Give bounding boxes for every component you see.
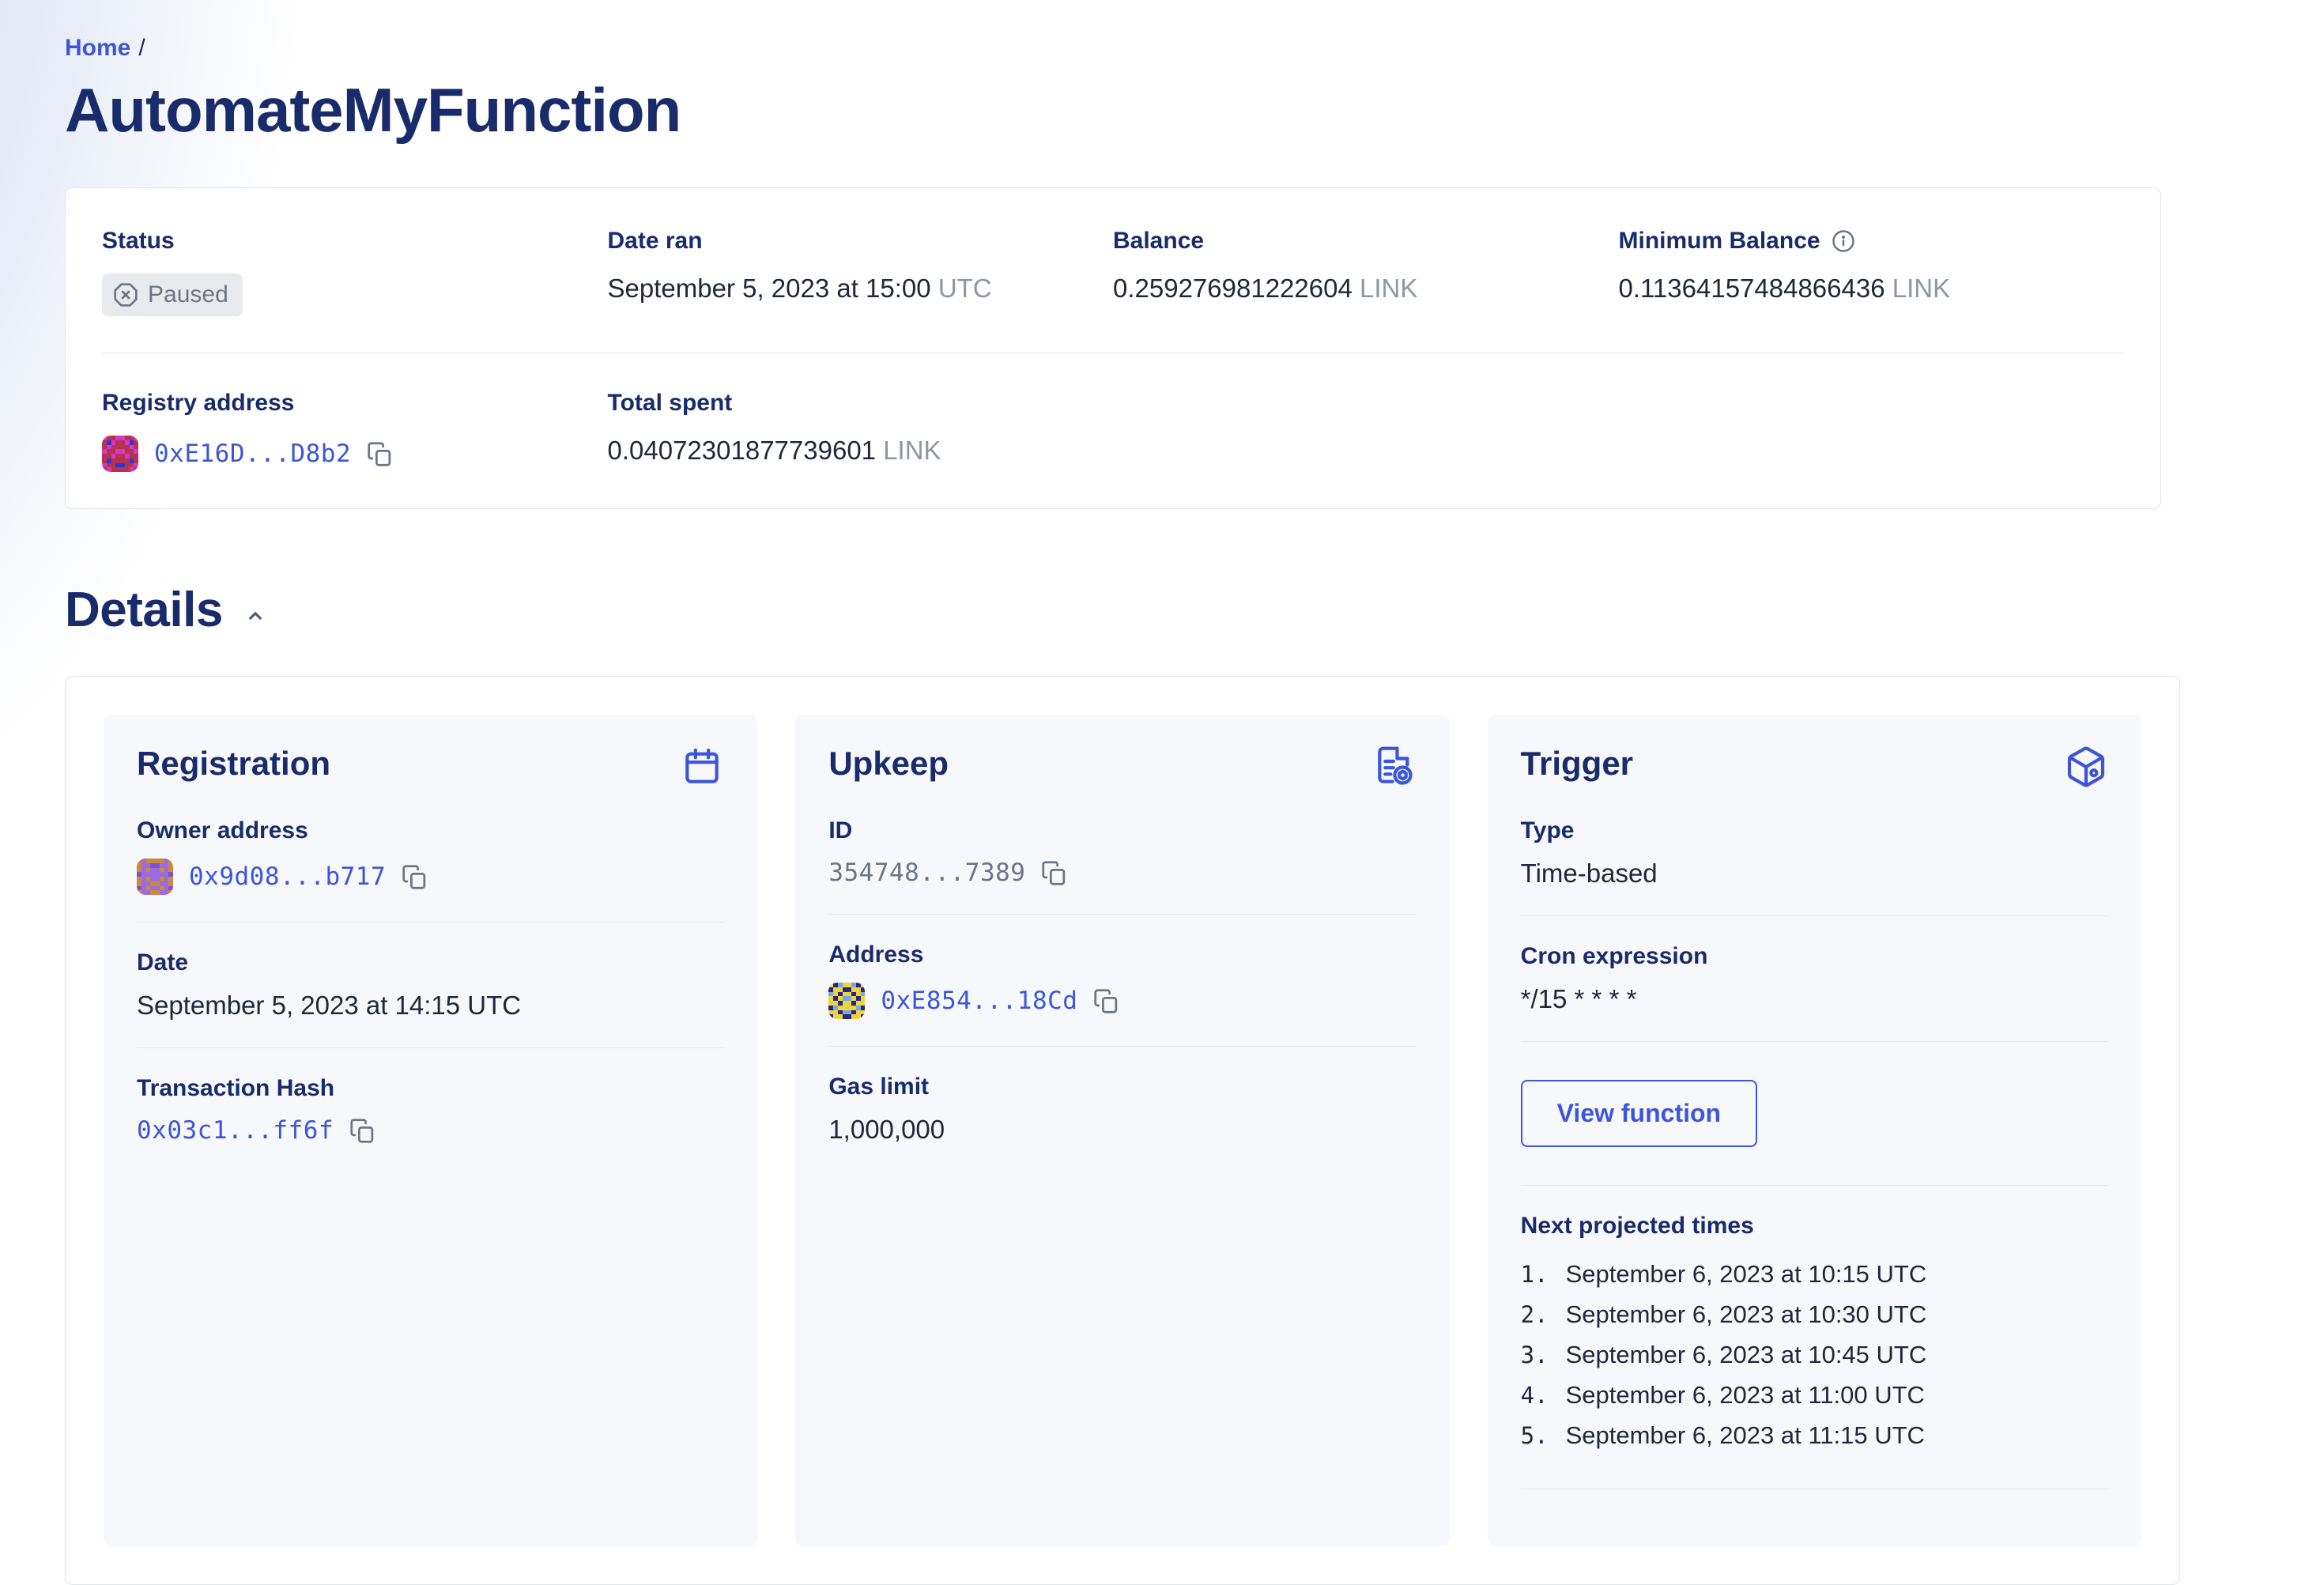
transaction-hash-label: Transaction Hash xyxy=(137,1075,335,1101)
projected-time-number: 3. xyxy=(1520,1342,1549,1368)
details-panel: Registration Owner address 0x9d08...b717 xyxy=(65,676,2180,1585)
owner-address-label: Owner address xyxy=(137,817,308,843)
projected-time-item: 5. September 6, 2023 at 11:15 UTC xyxy=(1521,1421,2108,1462)
projected-time-item: 4. September 6, 2023 at 11:00 UTC xyxy=(1521,1381,2108,1421)
balance-value: 0.259276981222604 xyxy=(1113,274,1353,303)
copy-upkeep-id-icon[interactable] xyxy=(1041,860,1067,886)
section-divider xyxy=(137,1047,725,1048)
total-spent-unit: LINK xyxy=(883,436,941,465)
breadcrumb-home-link[interactable]: Home xyxy=(65,35,130,61)
balance-label: Balance xyxy=(1113,228,1205,254)
paused-octagon-x-icon xyxy=(113,282,138,308)
registration-date-value: September 5, 2023 at 14:15 UTC xyxy=(137,991,522,1020)
projected-time-item: 2. September 6, 2023 at 10:30 UTC xyxy=(1521,1300,2108,1341)
status-field: Status Paused xyxy=(102,228,608,316)
section-divider xyxy=(828,1046,1417,1047)
upkeep-address-avatar xyxy=(828,983,866,1019)
upkeep-card: Upkeep ID 354748...7389 Address 0xE854..… xyxy=(795,715,1450,1546)
projected-time-text: September 6, 2023 at 10:30 UTC xyxy=(1565,1300,1927,1328)
cron-expression-label: Cron expression xyxy=(1520,943,1708,969)
transaction-hash-link[interactable]: 0x03c1...ff6f xyxy=(137,1116,334,1145)
trigger-type-label: Type xyxy=(1520,817,1575,843)
details-heading: Details xyxy=(65,583,223,637)
section-divider xyxy=(828,914,1417,915)
owner-address-link[interactable]: 0x9d08...b717 xyxy=(189,862,386,891)
cube-icon xyxy=(2064,745,2108,789)
balance-field: Balance 0.259276981222604 LINK xyxy=(1113,228,1619,316)
projected-time-item: 3. September 6, 2023 at 10:45 UTC xyxy=(1521,1341,2108,1381)
page-title: AutomateMyFunction xyxy=(65,75,681,145)
registry-avatar xyxy=(102,436,138,472)
registration-card: Registration Owner address 0x9d08...b717 xyxy=(104,715,758,1546)
upkeep-id-label: ID xyxy=(828,817,853,843)
date-ran-value: September 5, 2023 at 15:00 xyxy=(607,274,931,303)
summary-card: Status Paused Date ran September 5, 2023… xyxy=(65,187,2161,509)
gas-limit-value: 1,000,000 xyxy=(828,1115,945,1144)
upkeep-address-label: Address xyxy=(828,942,924,968)
projected-time-number: 1. xyxy=(1520,1261,1549,1288)
copy-transaction-hash-icon[interactable] xyxy=(349,1118,375,1144)
registry-address-label: Registry address xyxy=(102,390,295,416)
copy-upkeep-address-icon[interactable] xyxy=(1093,988,1119,1014)
section-divider xyxy=(1520,1185,2108,1186)
trigger-card-title: Trigger xyxy=(1520,745,1634,782)
upkeep-address-link[interactable]: 0xE854...18Cd xyxy=(881,987,1077,1015)
status-label: Status xyxy=(102,228,175,254)
min-balance-value: 0.11364157484866436 xyxy=(1618,274,1885,303)
projected-time-text: September 6, 2023 at 11:15 UTC xyxy=(1565,1421,1925,1449)
date-ran-label: Date ran xyxy=(607,228,703,254)
projected-time-text: September 6, 2023 at 10:45 UTC xyxy=(1565,1341,1927,1368)
breadcrumb-separator: / xyxy=(138,35,145,61)
upkeep-card-title: Upkeep xyxy=(828,745,949,782)
view-function-button[interactable]: View function xyxy=(1520,1080,1758,1147)
projected-time-text: September 6, 2023 at 10:15 UTC xyxy=(1565,1260,1927,1288)
min-balance-field: Minimum Balance 0.11364157484866436 LINK xyxy=(1619,228,2125,316)
next-projected-times-label: Next projected times xyxy=(1520,1213,1754,1239)
registration-date-label: Date xyxy=(137,949,189,976)
projected-time-number: 2. xyxy=(1520,1301,1549,1328)
section-divider xyxy=(1520,1041,2108,1042)
balance-unit: LINK xyxy=(1360,274,1418,303)
upkeep-id-value: 354748...7389 xyxy=(828,859,1026,887)
projected-time-number: 4. xyxy=(1520,1382,1549,1409)
calendar-icon xyxy=(680,745,724,789)
document-gear-icon xyxy=(1372,745,1417,789)
registry-address-field: Registry address 0xE16D...D8b2 xyxy=(102,390,608,472)
registration-card-title: Registration xyxy=(137,745,331,782)
min-balance-unit: LINK xyxy=(1892,274,1951,303)
projected-time-text: September 6, 2023 at 11:00 UTC xyxy=(1565,1381,1925,1409)
automation-upkeep-page: Home / AutomateMyFunction Status Paused xyxy=(0,0,2324,1585)
status-badge: Paused xyxy=(102,274,243,316)
projected-time-number: 5. xyxy=(1520,1422,1549,1449)
total-spent-label: Total spent xyxy=(607,390,733,416)
section-divider xyxy=(1520,915,2108,916)
projected-time-item: 1. September 6, 2023 at 10:15 UTC xyxy=(1521,1260,2108,1300)
info-icon[interactable] xyxy=(1832,229,1855,253)
total-spent-value: 0.04072301877739601 xyxy=(607,436,877,465)
registry-address-link[interactable]: 0xE16D...D8b2 xyxy=(154,440,351,468)
copy-registry-address-icon[interactable] xyxy=(367,441,393,467)
cron-expression-value: */15 * * * * xyxy=(1520,984,1637,1013)
next-projected-times-list: 1. September 6, 2023 at 10:15 UTC 2. Septem… xyxy=(1521,1260,2108,1462)
date-ran-unit: UTC xyxy=(938,274,992,303)
status-badge-text: Paused xyxy=(148,281,228,308)
gas-limit-label: Gas limit xyxy=(828,1074,930,1100)
owner-avatar xyxy=(137,859,173,895)
trigger-card: Trigger Type Time-based Cron expression … xyxy=(1487,715,2141,1546)
section-divider xyxy=(137,922,725,923)
copy-owner-address-icon[interactable] xyxy=(402,864,428,890)
trigger-type-value: Time-based xyxy=(1520,859,1658,888)
date-ran-field: Date ran September 5, 2023 at 15:00 UTC xyxy=(608,228,1114,316)
breadcrumb: Home / xyxy=(65,35,2324,62)
collapse-details-chevron-up-icon[interactable] xyxy=(243,604,267,628)
total-spent-field: Total spent 0.04072301877739601 LINK xyxy=(608,390,1114,472)
min-balance-label: Minimum Balance xyxy=(1618,228,1820,254)
